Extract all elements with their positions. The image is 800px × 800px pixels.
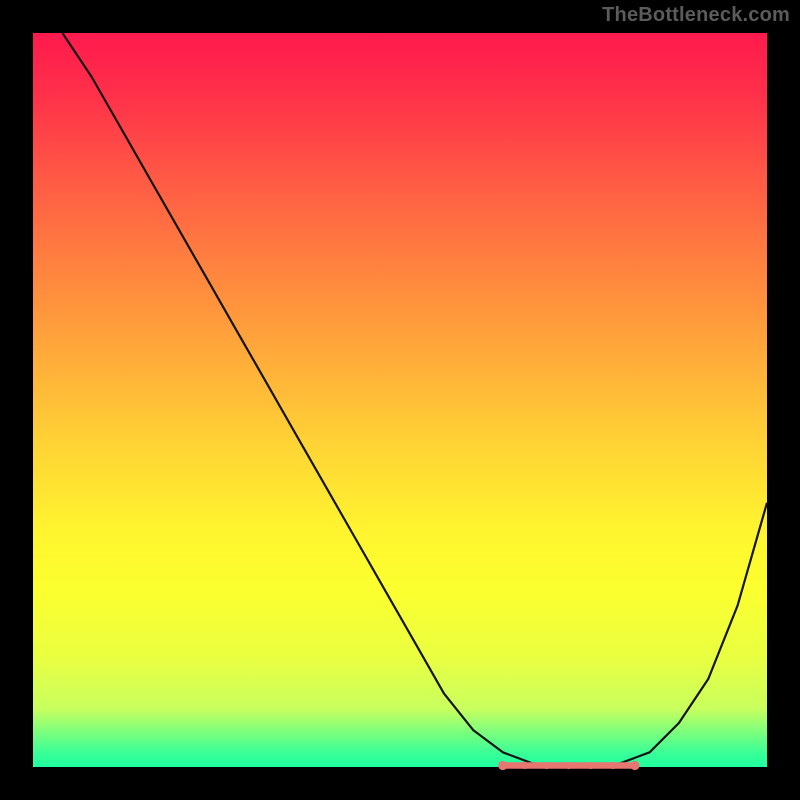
bottleneck-curve [62,33,767,766]
watermark-text: TheBottleneck.com [602,4,790,27]
optimal-flat-region [498,761,639,770]
chart-plot-area [33,33,767,767]
curve-svg [33,33,767,767]
